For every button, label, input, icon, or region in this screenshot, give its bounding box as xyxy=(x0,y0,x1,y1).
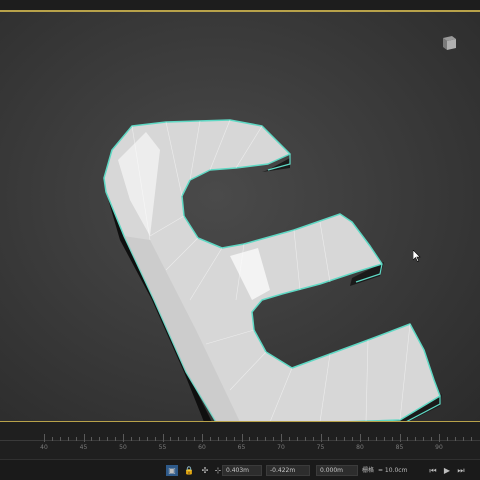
timeline-tick xyxy=(281,434,282,442)
timeline-ruler[interactable]: 40 45 50 55 60 65 70 75 80 85 90 xyxy=(0,422,480,459)
timeline-tick xyxy=(367,437,369,441)
timeline-tick xyxy=(217,437,219,441)
coordinate-mode-icon[interactable]: ⊹ xyxy=(214,465,222,476)
timeline-label: 40 xyxy=(40,444,48,451)
selection-lock-icon[interactable]: ▣ xyxy=(166,465,178,476)
timeline-tick xyxy=(194,437,196,441)
timeline-tick xyxy=(202,434,203,442)
x-coordinate-field[interactable]: 0.403m xyxy=(222,465,262,476)
timeline-label: 50 xyxy=(119,444,127,451)
z-coordinate-field[interactable]: 0.000m xyxy=(316,465,358,476)
timeline-tick xyxy=(130,437,132,441)
grid-value: = 10.0cm xyxy=(378,467,408,474)
timeline-tick xyxy=(320,434,322,442)
e-letter-mesh[interactable] xyxy=(0,12,480,422)
timeline-tick xyxy=(233,437,235,441)
timeline-tick xyxy=(146,437,148,441)
timeline-label: 85 xyxy=(395,444,404,451)
timeline-tick xyxy=(273,437,275,441)
timeline-tick xyxy=(383,437,385,441)
mouse-cursor-icon xyxy=(413,250,421,262)
timeline-tick xyxy=(454,437,456,441)
timeline-tick xyxy=(470,437,472,441)
y-coordinate-field[interactable]: -0.422m xyxy=(266,465,310,476)
timeline-label: 65 xyxy=(237,444,246,451)
timeline-tick xyxy=(415,437,417,441)
timeline-tick xyxy=(209,437,211,441)
timeline-tick xyxy=(225,437,227,441)
timeline-tick xyxy=(44,434,45,442)
timeline-tick xyxy=(344,437,346,441)
timeline-tick xyxy=(312,437,314,441)
timeline-tick xyxy=(107,437,109,441)
goto-end-icon[interactable]: ⏭ xyxy=(456,465,466,476)
timeline-tick xyxy=(439,434,440,442)
timeline-label: 80 xyxy=(356,444,364,451)
timeline-label: 75 xyxy=(316,444,325,451)
lock-icon[interactable]: 🔒 xyxy=(184,465,194,476)
timeline-tick xyxy=(162,434,164,442)
timeline-tick xyxy=(99,437,101,441)
timeline-label: 60 xyxy=(198,444,206,451)
timeline-tick xyxy=(186,437,188,441)
timeline-tick xyxy=(399,434,401,442)
timeline-tick xyxy=(296,437,298,441)
timeline-tick xyxy=(138,437,140,441)
timeline-tick xyxy=(91,437,93,441)
timeline-tick xyxy=(154,437,156,441)
timeline-tick xyxy=(423,437,425,441)
timeline-tick xyxy=(462,437,464,441)
timeline-tick xyxy=(249,437,251,441)
grid-label: 栅格 xyxy=(362,467,375,474)
timeline-tick xyxy=(178,437,180,441)
timeline-tick xyxy=(304,437,306,441)
timeline-label: 70 xyxy=(277,444,285,451)
timeline-tick xyxy=(446,437,448,441)
timeline-tick xyxy=(288,437,290,441)
timeline-tick xyxy=(115,437,117,441)
play-icon[interactable]: ▶ xyxy=(442,465,452,476)
goto-start-icon[interactable]: ⏮ xyxy=(428,465,438,476)
timeline-tick xyxy=(328,437,330,441)
timeline-tick xyxy=(170,437,172,441)
timeline-tick xyxy=(241,434,243,442)
timeline-label: 90 xyxy=(435,444,443,451)
timeline-label: 45 xyxy=(79,444,88,451)
timeline-tick xyxy=(375,437,377,441)
timeline-tick xyxy=(360,434,361,442)
timeline-tick xyxy=(391,437,393,441)
timeline-tick xyxy=(336,437,338,441)
timeline-tick xyxy=(407,437,409,441)
timeline-tick xyxy=(83,434,85,442)
timeline-tick xyxy=(75,437,77,441)
timeline-tick xyxy=(352,437,354,441)
timeline-label: 55 xyxy=(158,444,167,451)
timeline-tick xyxy=(123,434,124,442)
timeline-tick xyxy=(257,437,259,441)
timeline-tick xyxy=(59,437,61,441)
timeline-tick xyxy=(51,437,53,441)
viewport-3d[interactable] xyxy=(0,12,480,422)
snap-icon[interactable]: ✣ xyxy=(200,465,210,476)
timeline-tick xyxy=(265,437,267,441)
status-bar: ▣ 🔒 ✣ ⊹ 0.403m -0.422m 0.000m 栅格 = 10.0c… xyxy=(0,459,480,480)
timeline-tick xyxy=(431,437,433,441)
timeline-tick xyxy=(67,437,69,441)
top-toolbar-strip xyxy=(0,0,480,12)
